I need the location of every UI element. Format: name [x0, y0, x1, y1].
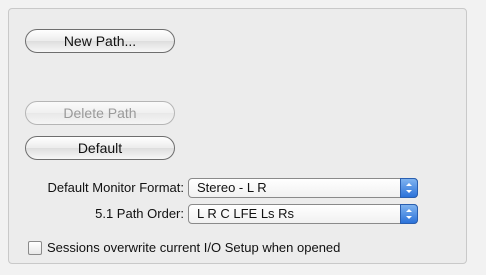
sessions-overwrite-option[interactable]: Sessions overwrite current I/O Setup whe…	[28, 239, 340, 255]
path-order-value: L R C LFE Ls Rs	[197, 206, 295, 221]
default-monitor-format-label: Default Monitor Format:	[47, 180, 184, 195]
popup-arrows-icon	[400, 204, 418, 224]
delete-path-button: Delete Path	[25, 101, 175, 125]
default-monitor-format-select[interactable]: Stereo - L R	[188, 178, 418, 198]
sessions-overwrite-checkbox[interactable]	[28, 240, 42, 255]
popup-arrows-icon	[400, 178, 418, 198]
path-order-select[interactable]: L R C LFE Ls Rs	[188, 204, 418, 224]
new-path-button[interactable]: New Path...	[25, 29, 175, 53]
default-monitor-format-value: Stereo - L R	[197, 180, 267, 195]
path-order-label: 5.1 Path Order:	[95, 206, 184, 221]
sessions-overwrite-label: Sessions overwrite current I/O Setup whe…	[47, 240, 341, 256]
default-button[interactable]: Default	[25, 136, 175, 160]
